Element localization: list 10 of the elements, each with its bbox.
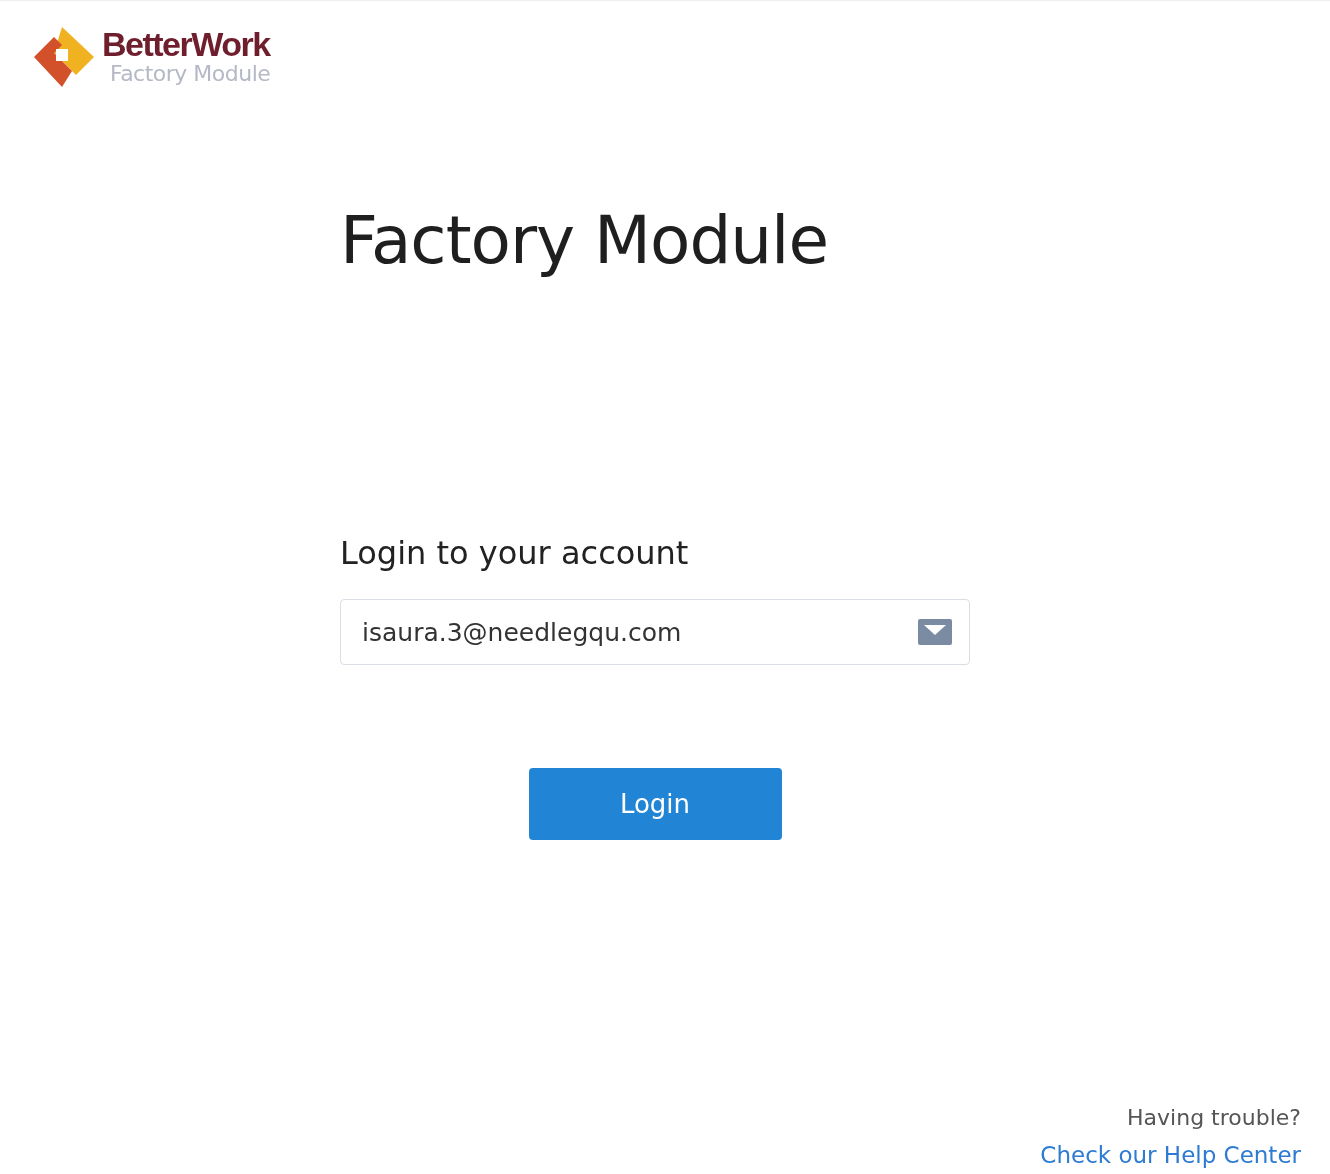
- email-field[interactable]: isaura.3@needlegqu.com: [340, 599, 970, 665]
- logo-icon: [32, 25, 96, 89]
- help-center-link[interactable]: Check our Help Center: [1040, 1142, 1301, 1168]
- login-heading: Login to your account: [340, 533, 690, 574]
- page-title: Factory Module: [340, 201, 830, 281]
- help-prompt: Having trouble?: [1127, 1105, 1301, 1130]
- brand-name: BetterWork: [102, 27, 271, 61]
- login-button[interactable]: Login: [528, 768, 782, 840]
- mail-icon: [918, 619, 952, 645]
- brand-subtitle: Factory Module: [110, 61, 271, 87]
